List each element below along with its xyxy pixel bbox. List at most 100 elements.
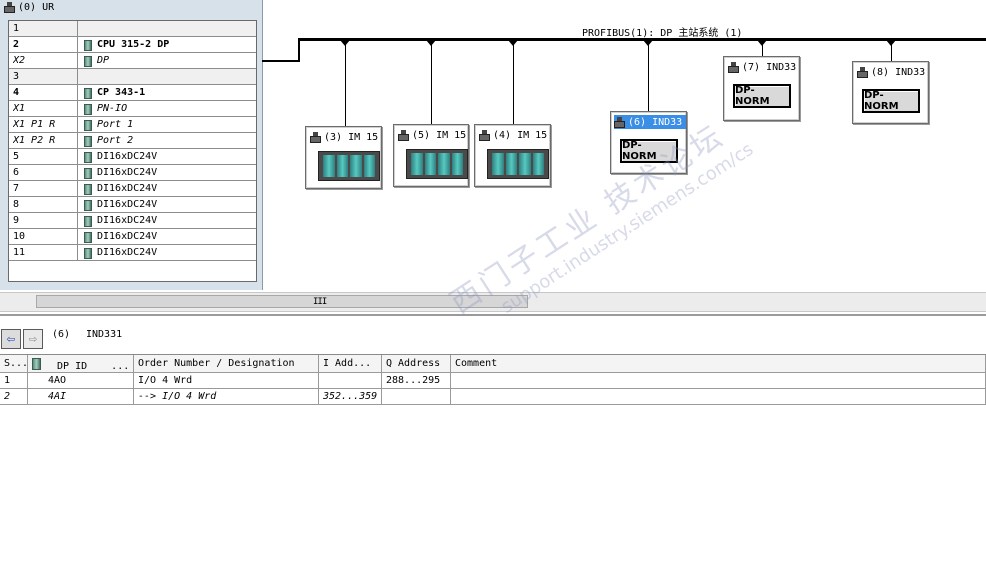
rack-slot-label: X1 P1 R [13, 119, 56, 130]
column-header-q-address[interactable]: Q Address [382, 355, 451, 373]
rack-slot-label: X2 [13, 55, 26, 66]
rack-row[interactable]: X1 P1 R Port 1 [9, 117, 256, 133]
forward-arrow-icon[interactable]: ⇨ [23, 329, 43, 349]
rack-window: (0) UR 1 2 CPU 315-2 DP X2 DP 3 4 CP 343-1 X1 PN-… [0, 0, 263, 290]
node-label: (7) IND33 [742, 61, 797, 73]
dp-norm-button[interactable]: DP-NORM [620, 139, 678, 163]
node-header: (8) IND33 [857, 65, 925, 79]
detail-table: S... DP ID ... Order Number / Designatio… [0, 354, 986, 567]
module-icon [84, 152, 92, 163]
module-slot-icon [424, 153, 436, 175]
rack-row[interactable]: 7 DI16xDC24V [9, 181, 256, 197]
table-cell-q-addr[interactable] [382, 389, 451, 405]
dp-slave-node[interactable]: (4) IM 15 [474, 124, 551, 187]
back-arrow-icon[interactable]: ⇦ [1, 329, 21, 349]
table-cell-dp-id[interactable]: 4AI [28, 389, 134, 405]
rack-module-name: DI16xDC24V [97, 247, 158, 258]
rack-slot-label: 7 [13, 183, 20, 194]
table-cell-designation[interactable]: I/O 4 Wrd [134, 373, 319, 389]
rack-row[interactable]: 6 DI16xDC24V [9, 165, 256, 181]
rack-row[interactable]: 4 CP 343-1 [9, 85, 256, 101]
bus-connector [298, 38, 300, 62]
table-cell-i-addr[interactable]: 352...359 [319, 389, 382, 405]
rack-slot-label: 6 [13, 167, 20, 178]
column-divider [77, 53, 78, 68]
column-divider [77, 181, 78, 196]
rack-title[interactable]: (0) UR [4, 0, 54, 14]
table-cell-i-addr[interactable] [319, 373, 382, 389]
rack-row[interactable]: 1 [9, 21, 256, 37]
table-cell-comment[interactable] [451, 373, 986, 389]
detail-device-name: IND331 [86, 329, 123, 340]
column-divider [77, 37, 78, 52]
rack-row[interactable]: X1 P2 R Port 2 [9, 133, 256, 149]
rack-row[interactable]: X1 PN-IO [9, 101, 256, 117]
rack-row[interactable]: 11 DI16xDC24V [9, 245, 256, 261]
dp-slave-icon [398, 129, 409, 141]
column-header-comment[interactable]: Comment [451, 355, 986, 373]
dp-slave-node[interactable]: (6) IND33 DP-NORM [610, 111, 687, 174]
column-header-designation[interactable]: Order Number / Designation [134, 355, 319, 373]
rack-slot-label: 8 [13, 199, 20, 210]
table-cell-s[interactable]: 2 [0, 389, 28, 405]
rack-slot-label: X1 [13, 103, 26, 114]
station-rack-icon [318, 151, 380, 181]
column-divider [77, 69, 78, 84]
column-divider [77, 133, 78, 148]
table-cell-s[interactable]: 1 [0, 373, 28, 389]
module-slot-icon [363, 155, 375, 177]
column-header-dp-id[interactable]: DP ID ... [28, 355, 134, 373]
module-slot-icon [519, 153, 531, 175]
bus-drop-line [762, 44, 763, 56]
rack-slot-label: 11 [13, 247, 26, 258]
rack-row[interactable]: 8 DI16xDC24V [9, 197, 256, 213]
dp-norm-button[interactable]: DP-NORM [862, 89, 920, 113]
rack-row[interactable]: 5 DI16xDC24V [9, 149, 256, 165]
dp-slave-icon [614, 116, 625, 128]
scrollbar-thumb[interactable]: III [36, 295, 528, 308]
node-header: (4) IM 15 [479, 128, 547, 142]
bus-drop-line [431, 44, 432, 124]
rack-row[interactable]: 3 [9, 69, 256, 85]
horizontal-scrollbar[interactable]: III [0, 292, 986, 312]
module-icon [84, 56, 92, 67]
rack-slot-label: X1 P2 R [13, 135, 56, 146]
rack-row[interactable]: X2 DP [9, 53, 256, 69]
profibus-label[interactable]: PROFIBUS(1): DP 主站系统 (1) [582, 24, 742, 39]
dp-slave-node[interactable]: (7) IND33 DP-NORM [723, 56, 800, 121]
table-cell-dp-id[interactable]: 4AO [28, 373, 134, 389]
column-header-i-address[interactable]: I Add... [319, 355, 382, 373]
node-label: (3) IM 15 [324, 131, 379, 143]
dp-norm-button[interactable]: DP-NORM [733, 84, 791, 108]
dp-slave-node[interactable]: (3) IM 15 [305, 126, 382, 189]
node-header: (6) IND33 [614, 115, 687, 129]
detail-toolbar: ⇦ ⇨ [0, 314, 986, 352]
rack-row[interactable]: 9 DI16xDC24V [9, 213, 256, 229]
table-cell-q-addr[interactable]: 288...295 [382, 373, 451, 389]
module-icon [32, 358, 41, 370]
column-header-slot[interactable]: S... [0, 355, 28, 373]
bus-connector [262, 60, 300, 62]
rack-module-name: DI16xDC24V [97, 183, 158, 194]
module-icon [84, 104, 92, 115]
rack-module-name: CP 343-1 [97, 87, 146, 98]
dp-slave-icon [310, 131, 321, 143]
module-icon [84, 168, 92, 179]
rack-icon [4, 1, 15, 13]
rack-module-name: DI16xDC24V [97, 199, 158, 210]
column-divider [77, 117, 78, 132]
table-cell-designation[interactable]: --> I/O 4 Wrd [134, 389, 319, 405]
node-label: (8) IND33 [871, 66, 926, 78]
column-divider [77, 213, 78, 228]
rack-row[interactable]: 10 DI16xDC24V [9, 229, 256, 245]
table-cell-comment[interactable] [451, 389, 986, 405]
dp-slave-node[interactable]: (8) IND33 DP-NORM [852, 61, 929, 124]
rack-module-name: Port 1 [97, 119, 134, 130]
rack-module-name: DI16xDC24V [97, 151, 158, 162]
rack-title-text: (0) UR [18, 1, 55, 13]
column-divider [77, 229, 78, 244]
rack-slot-label: 4 [13, 87, 20, 98]
station-rack-icon [406, 149, 468, 179]
rack-row[interactable]: 2 CPU 315-2 DP [9, 37, 256, 53]
dp-slave-node[interactable]: (5) IM 15 [393, 124, 469, 187]
